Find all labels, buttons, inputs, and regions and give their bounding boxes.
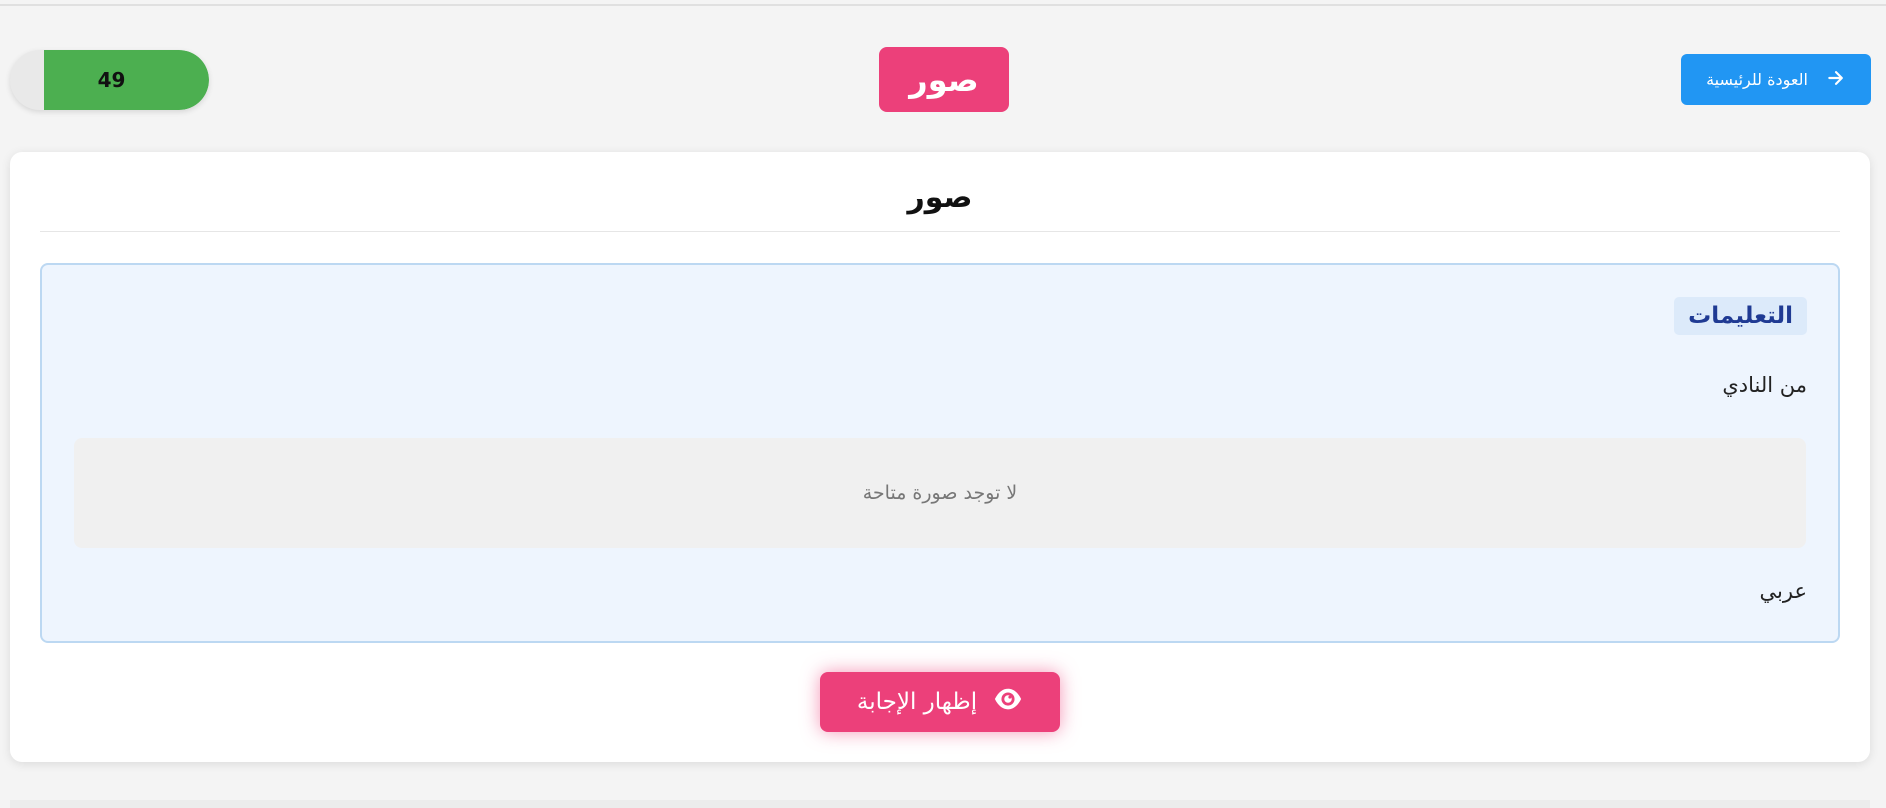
header: العودة للرئيسية صور 49 [0,0,1886,150]
card-title: صور [40,180,1840,232]
instructions-text: من النادي [1722,373,1807,397]
eye-icon [993,684,1023,720]
image-placeholder: لا توجد صورة متاحة [74,438,1806,548]
bottom-divider [10,800,1870,808]
instructions-panel: التعليمات من النادي لا توجد صورة متاحة ع… [40,263,1840,643]
show-answer-button[interactable]: إظهار الإجابة [820,672,1060,732]
page-title-badge: صور [879,47,1009,112]
back-button-label: العودة للرئيسية [1706,70,1808,89]
show-answer-label: إظهار الإجابة [856,689,978,715]
instructions-label: التعليمات [1674,297,1807,335]
question-card: صور التعليمات من النادي لا توجد صورة متا… [10,152,1870,762]
language-text: عربي [1759,579,1807,603]
arrow-right-icon [1826,68,1846,92]
score-indicator: 49 [10,50,209,110]
back-to-home-button[interactable]: العودة للرئيسية [1681,54,1871,105]
score-value: 49 [97,68,126,92]
